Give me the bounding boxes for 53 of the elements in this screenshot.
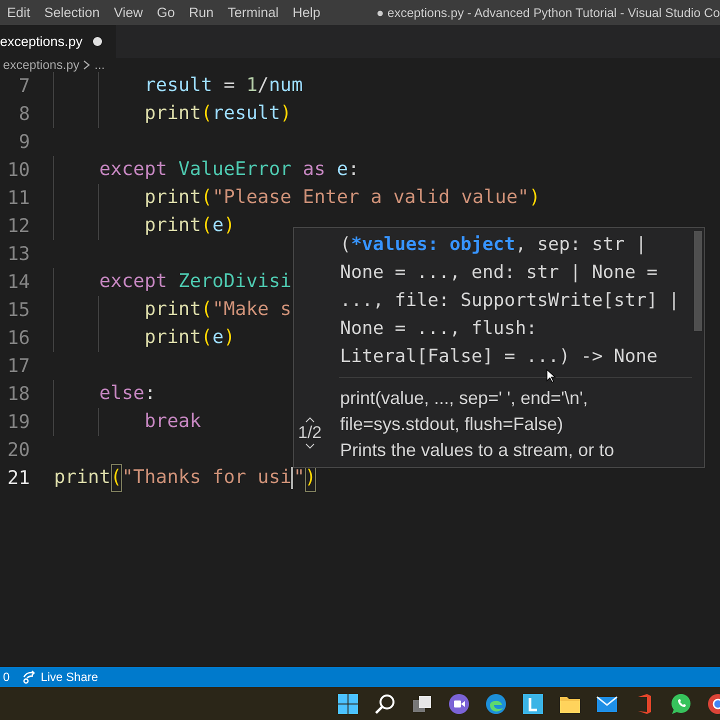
chevron-right-icon bbox=[82, 60, 92, 70]
menu-item[interactable]: Terminal bbox=[220, 2, 286, 24]
code-line[interactable]: print(result) bbox=[54, 100, 292, 128]
menu-item[interactable]: Go bbox=[150, 2, 182, 24]
editor-tab[interactable]: exceptions.py bbox=[0, 25, 116, 58]
menu-item[interactable]: Run bbox=[182, 2, 221, 24]
code-line[interactable]: print("Make s bbox=[54, 296, 292, 324]
code-line[interactable]: print("Please Enter a valid value") bbox=[54, 184, 540, 212]
line-number: 17 bbox=[6, 356, 31, 376]
letter-l-icon[interactable] bbox=[522, 692, 544, 714]
menu-item[interactable]: View bbox=[106, 2, 150, 24]
breadcrumb-item[interactable]: ... bbox=[94, 58, 105, 72]
code-line[interactable]: print("Thanks for usi") bbox=[54, 464, 316, 492]
code-line[interactable]: except ValueError as e: bbox=[54, 156, 360, 184]
line-number: 14 bbox=[6, 272, 31, 292]
line-number: 15 bbox=[6, 300, 31, 320]
swirl-browser-icon[interactable] bbox=[485, 692, 507, 714]
menu-item[interactable]: Selection bbox=[37, 2, 107, 24]
breadcrumb-item[interactable]: exceptions.py bbox=[3, 58, 80, 72]
chat-bubble-icon[interactable] bbox=[670, 692, 692, 714]
code-line[interactable]: break bbox=[54, 408, 202, 436]
scrollbar-thumb[interactable] bbox=[694, 231, 702, 331]
status-item[interactable]: 0 bbox=[3, 667, 10, 687]
overload-counter: 1/2 bbox=[298, 423, 322, 443]
code-line[interactable]: print(e) bbox=[54, 324, 235, 352]
line-number: 11 bbox=[6, 188, 31, 208]
function-documentation: print(value, ..., sep=' ', end='\n', file=sys.stdout, flush=False) Prints the values to a stream, or to bbox=[339, 387, 616, 462]
video-chat-icon[interactable] bbox=[448, 692, 470, 714]
line-number: 9 bbox=[18, 132, 31, 152]
windows-logo-icon[interactable] bbox=[337, 692, 359, 714]
line-number: 16 bbox=[6, 328, 31, 348]
line-number: 7 bbox=[18, 76, 31, 96]
search-icon[interactable] bbox=[374, 692, 396, 714]
line-number: 21 bbox=[6, 468, 31, 488]
share-arrow-icon bbox=[22, 670, 36, 684]
line-number: 19 bbox=[6, 412, 31, 432]
live-share-button[interactable]: Live Share bbox=[22, 667, 98, 687]
code-line[interactable]: result = 1/num bbox=[54, 72, 303, 100]
mouse-pointer-icon bbox=[546, 369, 556, 383]
line-number: 8 bbox=[18, 104, 31, 124]
menu-item[interactable]: Help bbox=[286, 2, 328, 24]
code-line[interactable]: else: bbox=[54, 380, 156, 408]
chevron-up-icon[interactable] bbox=[304, 417, 315, 423]
window-title: ● exceptions.py - Advanced Python Tutorial - Visual Studio Co bbox=[376, 6, 720, 20]
code-line[interactable]: print(e) bbox=[54, 212, 235, 240]
line-number: 13 bbox=[6, 244, 31, 264]
line-number: 18 bbox=[6, 384, 31, 404]
line-number: 10 bbox=[6, 160, 31, 180]
menu-item[interactable]: Edit bbox=[0, 2, 38, 24]
line-number: 20 bbox=[6, 440, 31, 460]
line-number: 12 bbox=[6, 216, 31, 236]
code-line[interactable]: except ZeroDivisi bbox=[54, 268, 292, 296]
chevron-down-icon[interactable] bbox=[304, 443, 315, 449]
